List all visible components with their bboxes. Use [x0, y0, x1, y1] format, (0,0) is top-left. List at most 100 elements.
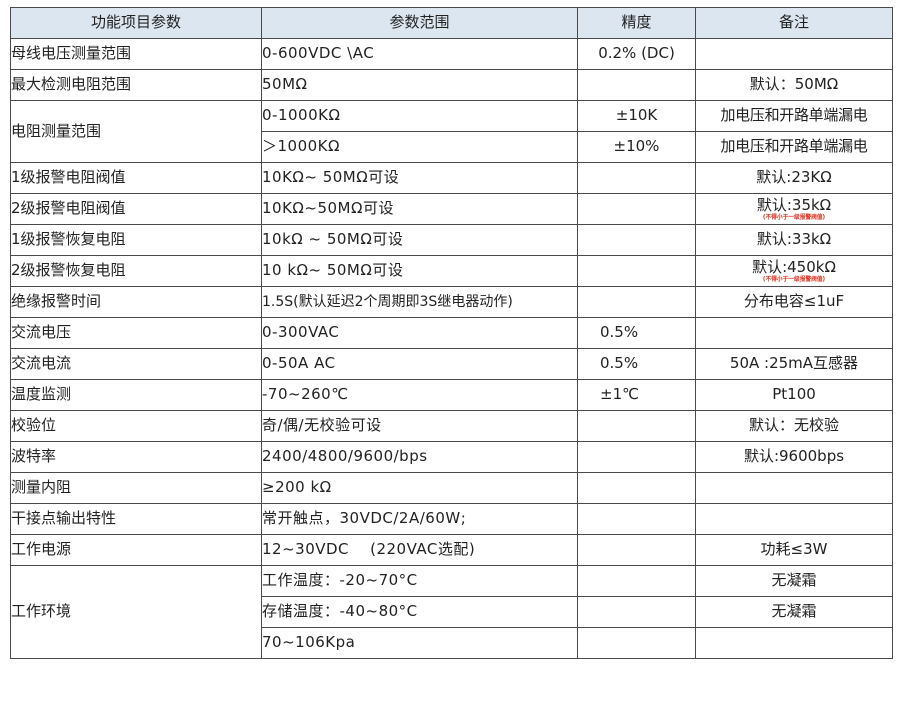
note-cell: 默认：无校验: [695, 410, 893, 442]
note-cell: 加电压和开路单端漏电: [695, 100, 893, 132]
accuracy-cell: [577, 627, 696, 659]
note-cell: [695, 627, 893, 659]
table-row: 干接点输出特性 常开触点，30VDC/2A/60W;: [10, 503, 893, 535]
table-row: 最大检测电阻范围 50MΩ 默认：50MΩ: [10, 69, 893, 101]
param-cell: 交流电流: [10, 348, 262, 380]
range-cell: 0-50A AC: [261, 348, 578, 380]
range-cell: ≥200 kΩ: [261, 472, 578, 504]
table-row: 1级报警电阻阀值 10KΩ~ 50MΩ可设 默认:23KΩ: [10, 162, 893, 194]
range-cell: 存储温度：-40~80°C: [261, 596, 578, 628]
note-cell: 50A :25mA互感器: [695, 348, 893, 380]
note-cell: [695, 503, 893, 535]
spec-table: 功能项目参数 参数范围 精度 备注 母线电压测量范围 0-600VDC \AC …: [10, 7, 893, 659]
table-row: 绝缘报警时间 1.5S(默认延迟2个周期即3S继电器动作) 分布电容≤1uF: [10, 286, 893, 318]
param-cell: 干接点输出特性: [10, 503, 262, 535]
range-cell: 1.5S(默认延迟2个周期即3S继电器动作): [261, 286, 578, 318]
accuracy-cell: [577, 224, 696, 256]
header-accuracy: 精度: [577, 7, 696, 39]
param-cell: 绝缘报警时间: [10, 286, 262, 318]
note-cell: [695, 472, 893, 504]
range-cell: 10KΩ~50MΩ可设: [261, 193, 578, 225]
note-warning: (不得小于一级报警阀值): [762, 214, 826, 222]
note-cell: 无凝霜: [695, 565, 893, 597]
accuracy-cell: [577, 69, 696, 101]
param-cell: 最大检测电阻范围: [10, 69, 262, 101]
accuracy-cell: [577, 286, 696, 318]
range-cell: 2400/4800/9600/bps: [261, 441, 578, 473]
accuracy-cell: [577, 503, 696, 535]
note-default-value: 默认:35kΩ: [756, 195, 832, 214]
note-cell: 默认:9600bps: [695, 441, 893, 473]
accuracy-cell: [577, 193, 696, 225]
table-row: 交流电流 0-50A AC 0.5% 50A :25mA互感器: [10, 348, 893, 380]
param-cell: 交流电压: [10, 317, 262, 349]
table-row: 测量内阻 ≥200 kΩ: [10, 472, 893, 504]
table-row: 工作环境 工作温度：-20~70°C 无凝霜: [10, 565, 893, 659]
accuracy-cell: [577, 255, 696, 287]
range-cell: 10 kΩ~ 50MΩ可设: [261, 255, 578, 287]
range-cell: -70~260℃: [261, 379, 578, 411]
accuracy-cell: ±10%: [577, 131, 696, 163]
accuracy-cell: [577, 596, 696, 628]
range-cell: 奇/偶/无校验可设: [261, 410, 578, 442]
accuracy-cell: ±10K: [577, 100, 696, 132]
note-warning: (不得小于一级报警阀值): [762, 276, 826, 284]
table-row: 工作电源 12~30VDC (220VAC选配) 功耗≤3W: [10, 534, 893, 566]
header-note: 备注: [695, 7, 893, 39]
range-cell: 10kΩ ~ 50MΩ可设: [261, 224, 578, 256]
header-param: 功能项目参数: [10, 7, 262, 39]
note-cell: 默认:35kΩ (不得小于一级报警阀值): [695, 193, 893, 225]
param-cell: 电阻测量范围: [10, 100, 262, 163]
param-cell: 2级报警电阻阀值: [10, 193, 262, 225]
range-cell: ＞1000KΩ: [261, 131, 578, 163]
range-cell: 70~106Kpa: [261, 627, 578, 659]
accuracy-cell: 0.5%: [577, 317, 696, 349]
accuracy-cell: 0.5%: [577, 348, 696, 380]
range-cell: 0-300VAC: [261, 317, 578, 349]
range-cell: 工作温度：-20~70°C: [261, 565, 578, 597]
note-default-value: 默认:450kΩ: [752, 257, 836, 276]
param-cell: 校验位: [10, 410, 262, 442]
note-cell: 无凝霜: [695, 596, 893, 628]
accuracy-cell: ±1℃: [577, 379, 696, 411]
note-cell: 默认:23KΩ: [695, 162, 893, 194]
table-row: 交流电压 0-300VAC 0.5%: [10, 317, 893, 349]
note-cell: Pt100: [695, 379, 893, 411]
accuracy-cell: [577, 565, 696, 597]
param-cell: 工作电源: [10, 534, 262, 566]
table-row: 电阻测量范围 0-1000KΩ ±10K 加电压和开路单端漏电: [10, 100, 893, 163]
range-cell: 12~30VDC (220VAC选配): [261, 534, 578, 566]
accuracy-cell: [577, 534, 696, 566]
table-row: 母线电压测量范围 0-600VDC \AC 0.2% (DC): [10, 38, 893, 70]
note-cell: 默认：50MΩ: [695, 69, 893, 101]
table-row: 1级报警恢复电阻 10kΩ ~ 50MΩ可设 默认:33kΩ: [10, 224, 893, 256]
range-cell: 0-1000KΩ: [261, 100, 578, 132]
table-row: 波特率 2400/4800/9600/bps 默认:9600bps: [10, 441, 893, 473]
note-cell: [695, 317, 893, 349]
range-cell: 10KΩ~ 50MΩ可设: [261, 162, 578, 194]
param-cell: 波特率: [10, 441, 262, 473]
table-row: 2级报警恢复电阻 10 kΩ~ 50MΩ可设 默认:450kΩ (不得小于一级报…: [10, 255, 893, 287]
accuracy-cell: [577, 472, 696, 504]
range-cell: 常开触点，30VDC/2A/60W;: [261, 503, 578, 535]
range-cell: 0-600VDC \AC: [261, 38, 578, 70]
note-cell: 默认:450kΩ (不得小于一级报警阀值): [695, 255, 893, 287]
note-cell: 加电压和开路单端漏电: [695, 131, 893, 163]
spec-table-container: 功能项目参数 参数范围 精度 备注 母线电压测量范围 0-600VDC \AC …: [10, 7, 893, 659]
note-cell: 分布电容≤1uF: [695, 286, 893, 318]
note-cell: 默认:33kΩ: [695, 224, 893, 256]
note-cell: 功耗≤3W: [695, 534, 893, 566]
header-range: 参数范围: [261, 7, 578, 39]
param-cell: 测量内阻: [10, 472, 262, 504]
param-cell: 母线电压测量范围: [10, 38, 262, 70]
accuracy-cell: [577, 410, 696, 442]
table-row: 2级报警电阻阀值 10KΩ~50MΩ可设 默认:35kΩ (不得小于一级报警阀值…: [10, 193, 893, 225]
table-header-row: 功能项目参数 参数范围 精度 备注: [10, 7, 893, 39]
param-cell: 1级报警电阻阀值: [10, 162, 262, 194]
accuracy-cell: 0.2% (DC): [577, 38, 696, 70]
param-cell: 工作环境: [10, 565, 262, 659]
param-cell: 2级报警恢复电阻: [10, 255, 262, 287]
range-cell: 50MΩ: [261, 69, 578, 101]
table-row: 温度监测 -70~260℃ ±1℃ Pt100: [10, 379, 893, 411]
accuracy-cell: [577, 441, 696, 473]
